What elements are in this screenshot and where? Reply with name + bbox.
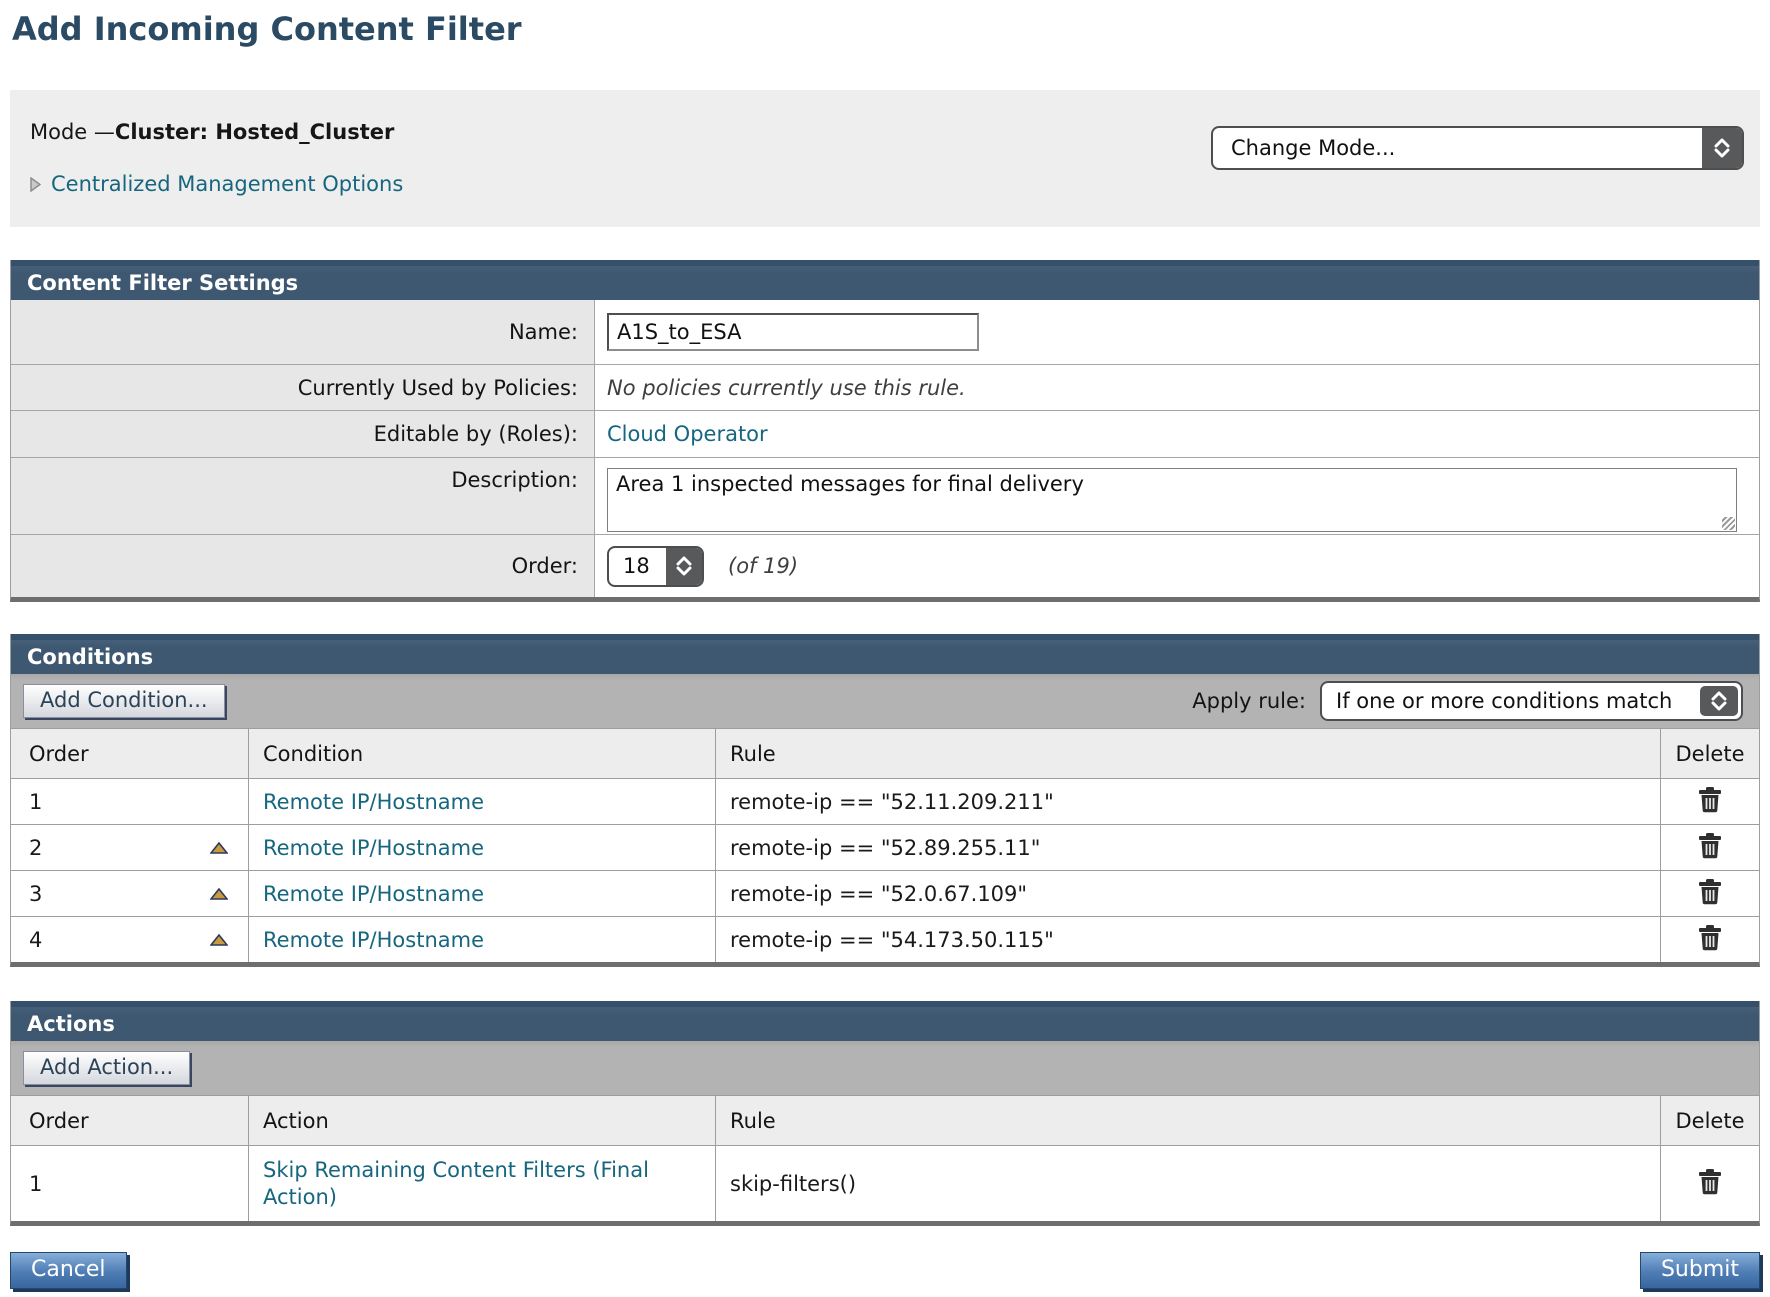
delete-action-button[interactable] — [1695, 1166, 1725, 1201]
action-order-number: 1 — [29, 1172, 42, 1196]
condition-link[interactable]: Remote IP/Hostname — [263, 928, 484, 952]
disclosure-triangle-icon — [30, 177, 41, 192]
trash-icon — [1697, 832, 1723, 860]
policies-value: No policies currently use this rule. — [607, 376, 966, 400]
condition-order-number: 1 — [29, 790, 42, 814]
column-header-order: Order — [11, 729, 249, 778]
condition-row: 4 Remote IP/Hostname remote-ip == "54.17… — [11, 916, 1759, 962]
trash-icon — [1697, 1168, 1723, 1196]
trash-icon — [1697, 878, 1723, 906]
column-header-order: Order — [11, 1096, 249, 1145]
page-title: Add Incoming Content Filter — [12, 10, 1760, 56]
condition-row: 1 Remote IP/Hostname remote-ip == "52.11… — [11, 778, 1759, 824]
cloud-operator-link[interactable]: Cloud Operator — [607, 422, 768, 446]
column-header-action: Action — [249, 1096, 716, 1145]
textarea-resize-grip[interactable] — [1722, 517, 1735, 530]
conditions-section: Conditions Add Condition... Apply rule: … — [10, 634, 1760, 967]
column-header-condition: Condition — [249, 729, 716, 778]
apply-rule-group: Apply rule: If one or more conditions ma… — [1192, 681, 1743, 721]
mode-value: Cluster: Hosted_Cluster — [115, 120, 394, 144]
condition-link[interactable]: Remote IP/Hostname — [263, 836, 484, 860]
delete-condition-button[interactable] — [1695, 922, 1725, 957]
condition-rule-text: remote-ip == "54.173.50.115" — [716, 917, 1660, 962]
mode-box: Mode —Cluster: Hosted_Cluster Change Mod… — [10, 90, 1760, 227]
order-select[interactable]: 18 — [607, 546, 704, 587]
delete-condition-button[interactable] — [1695, 876, 1725, 911]
submit-button[interactable]: Submit — [1640, 1252, 1760, 1289]
description-textarea[interactable]: Area 1 inspected messages for final deli… — [607, 468, 1737, 532]
actions-header: Actions — [11, 1001, 1759, 1041]
footer-bar: Cancel Submit — [10, 1252, 1760, 1289]
apply-rule-label: Apply rule: — [1192, 689, 1306, 713]
policies-label: Currently Used by Policies: — [11, 364, 595, 410]
select-stepper-icon — [1700, 686, 1738, 716]
cancel-button[interactable]: Cancel — [10, 1252, 127, 1289]
column-header-rule: Rule — [716, 1096, 1660, 1145]
column-header-delete: Delete — [1660, 1096, 1759, 1145]
condition-row: 3 Remote IP/Hostname remote-ip == "52.0.… — [11, 870, 1759, 916]
action-rule-text: skip-filters() — [716, 1146, 1660, 1221]
conditions-toolbar: Add Condition... Apply rule: If one or m… — [11, 674, 1759, 728]
move-up-icon[interactable] — [210, 888, 228, 900]
column-header-rule: Rule — [716, 729, 1660, 778]
trash-icon — [1697, 786, 1723, 814]
select-stepper-icon — [1702, 128, 1742, 168]
change-mode-selected-value: Change Mode... — [1213, 128, 1702, 168]
editable-roles-row: Editable by (Roles): Cloud Operator — [11, 410, 1759, 457]
description-label: Description: — [11, 457, 595, 534]
editable-roles-label: Editable by (Roles): — [11, 410, 595, 457]
condition-order-number: 3 — [29, 882, 42, 906]
apply-rule-selected-value: If one or more conditions match — [1322, 683, 1697, 719]
policies-row: Currently Used by Policies: No policies … — [11, 364, 1759, 410]
condition-order-number: 2 — [29, 836, 42, 860]
delete-condition-button[interactable] — [1695, 830, 1725, 865]
order-row: Order: 18 (of 19) — [11, 534, 1759, 597]
centralized-management-row: Centralized Management Options — [30, 172, 1744, 196]
conditions-header: Conditions — [11, 634, 1759, 674]
order-label: Order: — [11, 534, 595, 597]
conditions-table-header: Order Condition Rule Delete — [11, 728, 1759, 778]
centralized-management-options-link[interactable]: Centralized Management Options — [51, 172, 403, 196]
condition-rule-text: remote-ip == "52.0.67.109" — [716, 871, 1660, 916]
change-mode-select[interactable]: Change Mode... — [1211, 126, 1744, 170]
actions-table-header: Order Action Rule Delete — [11, 1095, 1759, 1145]
move-up-icon[interactable] — [210, 842, 228, 854]
add-incoming-content-filter-page: Add Incoming Content Filter Mode —Cluste… — [0, 0, 1770, 1297]
content-filter-settings-header: Content Filter Settings — [11, 260, 1759, 300]
description-row: Description: Area 1 inspected messages f… — [11, 457, 1759, 534]
name-label: Name: — [11, 300, 595, 364]
add-condition-button[interactable]: Add Condition... — [23, 684, 225, 718]
condition-link[interactable]: Remote IP/Hostname — [263, 882, 484, 906]
action-link[interactable]: Skip Remaining Content Filters (Final Ac… — [263, 1157, 715, 1210]
order-selected-value: 18 — [609, 548, 666, 585]
add-action-button[interactable]: Add Action... — [23, 1051, 190, 1085]
condition-link[interactable]: Remote IP/Hostname — [263, 790, 484, 814]
actions-section: Actions Add Action... Order Action Rule … — [10, 1001, 1760, 1226]
condition-rule-text: remote-ip == "52.11.209.211" — [716, 779, 1660, 824]
actions-toolbar: Add Action... — [11, 1041, 1759, 1095]
condition-row: 2 Remote IP/Hostname remote-ip == "52.89… — [11, 824, 1759, 870]
apply-rule-select[interactable]: If one or more conditions match — [1320, 681, 1743, 721]
select-stepper-icon — [666, 548, 702, 585]
name-row: Name: — [11, 300, 1759, 364]
name-input[interactable] — [607, 313, 979, 351]
column-header-delete: Delete — [1660, 729, 1759, 778]
mode-label: Mode — — [30, 120, 115, 144]
action-row: 1 Skip Remaining Content Filters (Final … — [11, 1145, 1759, 1221]
delete-condition-button[interactable] — [1695, 784, 1725, 819]
move-up-icon[interactable] — [210, 934, 228, 946]
condition-rule-text: remote-ip == "52.89.255.11" — [716, 825, 1660, 870]
condition-order-number: 4 — [29, 928, 42, 952]
order-of-total: (of 19) — [728, 554, 798, 578]
trash-icon — [1697, 924, 1723, 952]
content-filter-settings-section: Content Filter Settings Name: Currently … — [10, 260, 1760, 602]
